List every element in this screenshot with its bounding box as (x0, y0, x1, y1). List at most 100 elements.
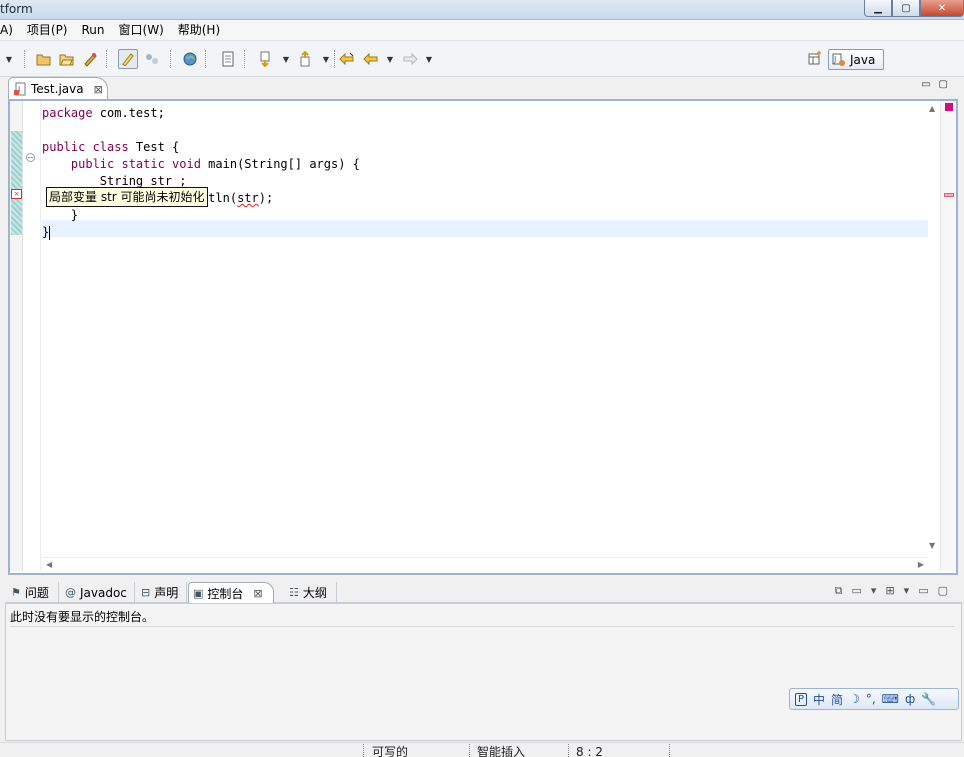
code-line: package com.test; (42, 105, 360, 122)
quick-diff-bar (11, 131, 22, 235)
maximize-button[interactable]: ▢ (892, 0, 920, 17)
keyword: public class (42, 140, 129, 154)
menu-item-run[interactable]: Run (75, 20, 112, 41)
menu-item-help[interactable]: 帮助(H) (171, 20, 227, 41)
toolbar-separator (106, 50, 107, 68)
last-edit-location-icon[interactable] (337, 49, 357, 69)
previous-annotation-dropdown-icon[interactable]: ▼ (321, 49, 331, 69)
tab-console[interactable]: ▣ 控制台 ⊠ (188, 582, 274, 603)
ime-toolbar: P 中 简 ☽ °, ⌨ ф 🔧 (789, 688, 959, 710)
status-insert-mode: 智能插入 (477, 745, 526, 757)
minimize-view-icon[interactable]: ▭ (921, 79, 930, 90)
error-tooltip: 局部变量 str 可能尚未初始化 (46, 187, 208, 207)
close-tab-icon[interactable]: ⊠ (253, 587, 262, 600)
wrench-icon[interactable]: 🔧 (921, 692, 936, 706)
display-dropdown-icon[interactable]: ▾ (871, 584, 877, 598)
text-caret (49, 225, 51, 240)
scroll-up-icon[interactable]: ▲ (929, 104, 935, 113)
overview-error-mark[interactable] (944, 193, 954, 197)
punctuation-icon[interactable]: °, (866, 692, 876, 706)
view-tab-strip: ⚑ 问题 @ Javadoc ⊟ 声明 ▣ 控制台 ⊠ ☷ 大纲 ⧉ ▭ ▾ ⊞… (5, 581, 962, 603)
declaration-icon: ⊟ (141, 586, 151, 599)
moon-icon[interactable]: ☽ (849, 692, 860, 706)
menu-item-project[interactable]: 项目(P) (20, 20, 75, 41)
minimize-view-icon[interactable]: ▭ (918, 584, 928, 598)
java-perspective-button[interactable]: J Java (828, 49, 884, 70)
forward-icon[interactable] (400, 49, 420, 69)
display-console-icon[interactable]: ▭ (852, 584, 862, 598)
outline-icon: ☷ (289, 586, 299, 599)
scroll-left-icon[interactable]: ◀ (46, 560, 52, 569)
maximize-view-icon[interactable]: ▢ (939, 79, 948, 90)
forward-dropdown-icon[interactable]: ▼ (424, 49, 434, 69)
tab-label: 大纲 (302, 586, 327, 600)
keyboard-icon[interactable]: ⌨ (882, 692, 899, 706)
tab-declaration[interactable]: ⊟ 声明 (137, 582, 187, 603)
code-line: } (42, 207, 360, 224)
window-title: tform (0, 2, 33, 16)
perspective-label: Java (850, 52, 876, 67)
dropdown-arrow-icon[interactable]: ▼ (4, 49, 14, 69)
status-bar: 可写的 智能插入 8 : 2 (0, 742, 964, 757)
open-console-icon[interactable]: ⊞ (885, 584, 894, 598)
previous-annotation-icon[interactable] (295, 49, 315, 69)
ime-chinese-mode[interactable]: 中 (813, 691, 825, 708)
tab-outline[interactable]: ☷ 大纲 (285, 582, 337, 603)
scroll-down-icon[interactable]: ▼ (929, 541, 935, 550)
soft-keyboard-icon[interactable]: ф (905, 692, 915, 706)
editor-tab-label: Test.java (31, 82, 84, 96)
error-marker-icon[interactable]: × (11, 189, 22, 199)
scroll-right-icon[interactable]: ▶ (918, 560, 924, 569)
console-toolbar: ⧉ ▭ ▾ ⊞ ▾ ▭ ▢ (835, 584, 948, 598)
tab-label: 问题 (24, 586, 49, 600)
console-icon: ▣ (193, 586, 204, 600)
back-dropdown-icon[interactable]: ▼ (385, 49, 395, 69)
toggle-mark-occurrences-icon[interactable] (118, 49, 138, 69)
globe-icon[interactable] (180, 49, 200, 69)
toggle-block-icon[interactable] (142, 49, 162, 69)
error-token[interactable]: str (237, 191, 259, 205)
open-perspective-icon[interactable] (808, 51, 824, 67)
open-console-dropdown-icon[interactable]: ▾ (904, 584, 910, 598)
toolbar-separator (170, 50, 171, 68)
main-toolbar: ▼ ▼ ▼ ▼ ▼ J Java (0, 41, 964, 77)
menu-item-truncated[interactable]: A) (0, 20, 20, 41)
console-view[interactable]: 此时没有要显示的控制台。 (5, 603, 962, 741)
next-annotation-dropdown-icon[interactable]: ▼ (281, 49, 291, 69)
open-file-icon[interactable] (57, 49, 77, 69)
code-text: main(String[] args) { (200, 157, 360, 171)
ime-simplified-mode[interactable]: 简 (831, 691, 843, 708)
error-summary-icon[interactable] (945, 103, 953, 111)
pin-console-icon[interactable]: ⧉ (835, 584, 843, 598)
open-project-icon[interactable] (34, 49, 54, 69)
keyword: package (42, 106, 93, 120)
vertical-scrollbar[interactable]: ▲ ▼ (926, 101, 940, 556)
tab-javadoc[interactable]: @ Javadoc (61, 582, 135, 603)
maximize-view-icon[interactable]: ▢ (938, 584, 948, 598)
code-text: String str ; (42, 174, 187, 188)
horizontal-scrollbar[interactable]: ◀ ▶ (42, 557, 928, 571)
vertical-ruler: × (10, 101, 23, 571)
svg-text:J: J (833, 55, 836, 64)
source-code[interactable]: package com.test; public class Test { pu… (42, 105, 360, 241)
editor-tab-test-java[interactable]: J Test.java ⊠ (8, 77, 108, 100)
editor-panel: J Test.java ⊠ ▭ ▢ × − package com.test; … (5, 77, 962, 577)
close-tab-icon[interactable]: ⊠ (94, 83, 103, 96)
code-text: } (42, 225, 50, 239)
menu-bar: A) 项目(P) Run 窗口(W) 帮助(H) (0, 20, 964, 41)
keyword: public static void (42, 157, 201, 171)
back-icon[interactable] (361, 49, 381, 69)
bottom-panel: ⚑ 问题 @ Javadoc ⊟ 声明 ▣ 控制台 ⊠ ☷ 大纲 ⧉ ▭ ▾ ⊞… (5, 581, 962, 741)
code-line: public static void main(String[] args) { (42, 156, 360, 173)
minimize-button[interactable]: ▁ (864, 0, 892, 17)
next-annotation-icon[interactable] (255, 49, 275, 69)
tab-problems[interactable]: ⚑ 问题 (7, 582, 59, 603)
collapse-icon[interactable]: − (26, 153, 35, 162)
run-icon[interactable] (80, 49, 100, 69)
task-list-icon[interactable] (218, 49, 238, 69)
menu-item-window[interactable]: 窗口(W) (112, 20, 171, 41)
code-text: } (42, 208, 79, 222)
ime-logo-icon[interactable]: P (795, 692, 808, 706)
code-editor[interactable]: × − package com.test; public class Test … (8, 99, 958, 575)
close-button[interactable]: ✕ (920, 0, 964, 17)
